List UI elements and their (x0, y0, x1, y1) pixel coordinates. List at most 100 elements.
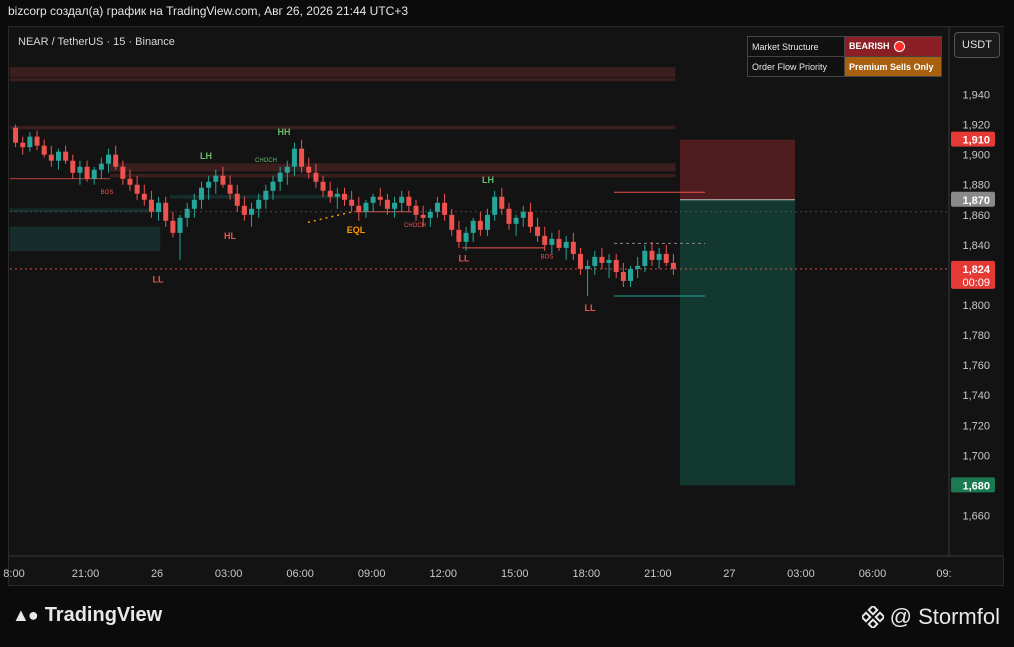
tradingview-icon: ▲● (12, 605, 39, 625)
candle-body (134, 184, 140, 194)
supply-band (109, 163, 676, 172)
structure-label: CHOCH (404, 223, 426, 229)
axis-layer: 1,9401,9201,9001,8801,8601,8401,8201,800… (3, 27, 1004, 580)
candle-body (563, 241, 569, 248)
candle-body (527, 211, 533, 227)
candle-body (434, 202, 440, 212)
candle-body (206, 181, 212, 188)
candle-body (642, 250, 648, 266)
candle-body (420, 214, 426, 218)
supply-band (109, 173, 676, 178)
order-flow-value: Premium Sells Only (844, 56, 942, 77)
candle-body (270, 181, 276, 191)
candle-body (63, 151, 69, 161)
candle-body (320, 181, 326, 191)
structure-label: EQL (347, 225, 366, 235)
candle-body (249, 208, 255, 215)
structure-label: LH (200, 151, 212, 161)
status-dot-icon (893, 41, 905, 53)
candle-body (256, 199, 262, 209)
candle-body (141, 193, 147, 200)
candle-body (399, 196, 405, 203)
price-tag-label: 1,910 (962, 135, 990, 147)
candle-body (277, 172, 283, 182)
candle-body (413, 205, 419, 215)
brand-text: TradingView (44, 604, 163, 626)
x-tick-label: 8:00 (3, 568, 24, 580)
x-tick-label: 09:00 (358, 568, 386, 580)
market-structure-table: Market Structure BEARISH Order Flow Prio… (747, 36, 942, 77)
candle-body (499, 196, 505, 209)
x-tick-label: 03:00 (787, 568, 815, 580)
candle-body (556, 238, 562, 248)
candle-body (377, 196, 383, 200)
y-tick-label: 1,920 (962, 120, 990, 132)
y-tick-label: 1,700 (962, 450, 990, 462)
author-text: @ Stormfol (889, 604, 1000, 629)
candle-body (585, 265, 591, 269)
y-tick-label: 1,940 (962, 90, 990, 102)
x-tick-label: 15:00 (501, 568, 529, 580)
candle-body (213, 175, 219, 182)
supply-band (9, 125, 676, 130)
y-tick-label: 1,880 (962, 180, 990, 192)
candle-body (284, 166, 290, 173)
candle-body (513, 217, 519, 224)
currency-button[interactable]: USDT (954, 32, 1000, 58)
structure-label: BOS (101, 190, 114, 196)
candle-body (241, 205, 247, 215)
demand-band (9, 208, 161, 213)
market-structure-label: Market Structure (747, 36, 845, 57)
candle-body (106, 154, 112, 164)
candle-body (177, 217, 183, 233)
candle-body (263, 190, 269, 200)
candle-body (55, 151, 61, 161)
x-tick-label: 09: (936, 568, 951, 580)
demand-band (9, 226, 161, 252)
candle-body (156, 202, 162, 212)
candle-body (341, 193, 348, 200)
candle-body (234, 193, 240, 206)
candle-body (356, 205, 362, 212)
candle-body (384, 199, 390, 209)
candle-body (620, 271, 626, 281)
bearish-text: BEARISH (849, 40, 890, 51)
candle-body (549, 238, 555, 245)
candle-body (427, 211, 433, 218)
candle-body (299, 148, 305, 167)
candle-body (392, 202, 398, 209)
structure-label: LL (585, 303, 596, 313)
x-tick-label: 21:00 (644, 568, 672, 580)
candle-body (520, 211, 526, 218)
x-tick-label: 06:00 (859, 568, 887, 580)
zones-layer (9, 67, 795, 486)
tradingview-logo: ▲● TradingView (12, 604, 162, 627)
y-tick-label: 1,780 (962, 330, 990, 342)
candle-body (635, 265, 641, 269)
supply-band (9, 67, 676, 77)
candle-body (477, 220, 483, 230)
candle-body (613, 259, 619, 272)
candle-body (492, 196, 498, 215)
symbol-label: NEAR / TetherUS · 15 · Binance (18, 36, 175, 48)
price-chart[interactable]: LL LH HL HH CHOCH EQL CHOCH LL LH BOS BOS LL 1,940 1… (0, 0, 1014, 647)
candle-body (670, 262, 676, 269)
take-profit-zone (680, 199, 795, 486)
candle-body (148, 199, 154, 212)
binance-diamond-icon (859, 604, 886, 630)
x-tick-label: 06:00 (286, 568, 314, 580)
structure-label: LH (482, 175, 494, 185)
candle-body (70, 160, 76, 173)
candle-body (13, 127, 19, 143)
y-tick-label: 1,660 (962, 510, 990, 522)
author-signature: @ Stormfol (859, 604, 1000, 630)
candle-body (170, 220, 176, 233)
y-tick-label: 1,840 (962, 240, 990, 252)
y-tick-label: 1,740 (962, 390, 990, 402)
candle-body (34, 136, 40, 146)
candle-body (535, 226, 541, 236)
structure-label: BOS (541, 254, 554, 260)
candle-body (77, 166, 83, 173)
structure-label: LL (153, 274, 164, 284)
candle-body (306, 166, 312, 173)
